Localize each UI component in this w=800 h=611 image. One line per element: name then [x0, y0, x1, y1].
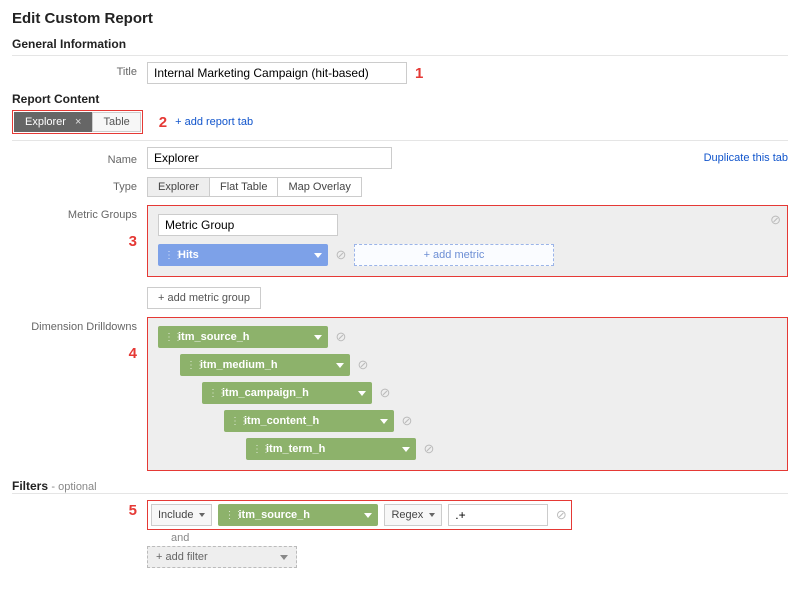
filter-match-select[interactable]: Regex [384, 504, 442, 526]
remove-metric-icon[interactable]: ⊘ [334, 247, 348, 263]
chip-label: itm_term_h [266, 443, 394, 455]
remove-dimension-icon[interactable]: ⊘ [400, 413, 414, 429]
metric-chip-hits[interactable]: ⋮⋮ Hits [158, 244, 328, 266]
dimension-chip[interactable]: ⋮⋮ itm_campaign_h [202, 382, 372, 404]
chip-label: itm_content_h [244, 415, 372, 427]
remove-filter-icon[interactable]: ⊘ [554, 507, 568, 523]
tab-label: Explorer [25, 116, 66, 128]
filter-include-select[interactable]: Include [151, 504, 212, 526]
report-content-heading: Report Content [12, 92, 788, 106]
metric-groups-label: Metric Groups [68, 209, 137, 221]
select-label: Regex [391, 509, 423, 521]
callout-3: 3 [129, 233, 137, 250]
filter-value-input[interactable] [448, 504, 548, 526]
drag-handle-icon[interactable]: ⋮⋮ [208, 388, 216, 399]
add-report-tab-link[interactable]: + add report tab [175, 116, 253, 128]
chevron-down-icon [402, 447, 410, 452]
remove-dimension-icon[interactable]: ⊘ [334, 329, 348, 345]
name-label: Name [12, 150, 147, 166]
duplicate-tab-link[interactable]: Duplicate this tab [704, 152, 788, 164]
drag-handle-icon[interactable]: ⋮⋮ [186, 360, 194, 371]
metric-group-well: ⊘ ⋮⋮ Hits ⊘ + add metric [147, 205, 788, 277]
drag-handle-icon[interactable]: ⋮⋮ [164, 250, 172, 261]
callout-2: 2 [159, 114, 167, 131]
type-option-explorer[interactable]: Explorer [148, 178, 210, 196]
chevron-down-icon [364, 513, 372, 518]
remove-dimension-icon[interactable]: ⊘ [378, 385, 392, 401]
metric-group-name-input[interactable] [158, 214, 338, 236]
chevron-down-icon [314, 335, 322, 340]
dimension-drilldowns-label: Dimension Drilldowns [31, 321, 137, 333]
chevron-down-icon [380, 419, 388, 424]
drag-handle-icon[interactable]: ⋮⋮ [252, 444, 260, 455]
report-title-input[interactable] [147, 62, 407, 84]
select-label: Include [158, 509, 193, 521]
callout-1: 1 [415, 65, 423, 82]
remove-dimension-icon[interactable]: ⊘ [356, 357, 370, 373]
drag-handle-icon[interactable]: ⋮⋮ [224, 510, 232, 521]
chip-label: itm_source_h [178, 331, 306, 343]
chevron-down-icon [429, 513, 435, 517]
general-information-heading: General Information [12, 37, 788, 51]
add-filter-button[interactable]: + add filter [147, 546, 297, 568]
chevron-down-icon [336, 363, 344, 368]
chevron-down-icon [314, 253, 322, 258]
filter-and-text: and [171, 532, 788, 544]
close-icon[interactable]: ⊘ [770, 212, 781, 228]
callout-4: 4 [129, 345, 137, 362]
filter-dimension-chip[interactable]: ⋮⋮ itm_source_h [218, 504, 378, 526]
filters-heading: Filters [12, 479, 48, 493]
chip-label: itm_source_h [238, 509, 356, 521]
dimension-chip[interactable]: ⋮⋮ itm_term_h [246, 438, 416, 460]
type-option-map-overlay[interactable]: Map Overlay [278, 178, 360, 196]
chip-label: itm_campaign_h [222, 387, 350, 399]
add-metric-button[interactable]: + add metric [354, 244, 554, 266]
tab-table[interactable]: Table [92, 112, 140, 132]
chevron-down-icon [199, 513, 205, 517]
button-label: + add filter [156, 551, 208, 563]
dimension-chip[interactable]: ⋮⋮ itm_source_h [158, 326, 328, 348]
dimension-chip[interactable]: ⋮⋮ itm_content_h [224, 410, 394, 432]
type-option-flat-table[interactable]: Flat Table [210, 178, 279, 196]
tab-explorer[interactable]: Explorer × [14, 112, 92, 132]
remove-dimension-icon[interactable]: ⊘ [422, 441, 436, 457]
dimension-chip[interactable]: ⋮⋮ itm_medium_h [180, 354, 350, 376]
chevron-down-icon [280, 555, 288, 560]
add-metric-group-button[interactable]: + add metric group [147, 287, 261, 309]
chip-label: itm_medium_h [200, 359, 328, 371]
drag-handle-icon[interactable]: ⋮⋮ [230, 416, 238, 427]
page-title: Edit Custom Report [12, 10, 788, 27]
chip-label: Hits [178, 249, 306, 261]
drag-handle-icon[interactable]: ⋮⋮ [164, 332, 172, 343]
chevron-down-icon [358, 391, 366, 396]
type-label: Type [12, 177, 147, 193]
type-segmented-control: Explorer Flat Table Map Overlay [147, 177, 362, 197]
tab-name-input[interactable] [147, 147, 392, 169]
filters-optional-text: - optional [51, 481, 96, 493]
dimension-drilldowns-well: ⋮⋮ itm_source_h ⊘ ⋮⋮ itm_medium_h ⊘ [147, 317, 788, 471]
callout-5: 5 [129, 502, 137, 519]
title-label: Title [12, 62, 147, 78]
close-icon[interactable]: × [75, 116, 81, 128]
